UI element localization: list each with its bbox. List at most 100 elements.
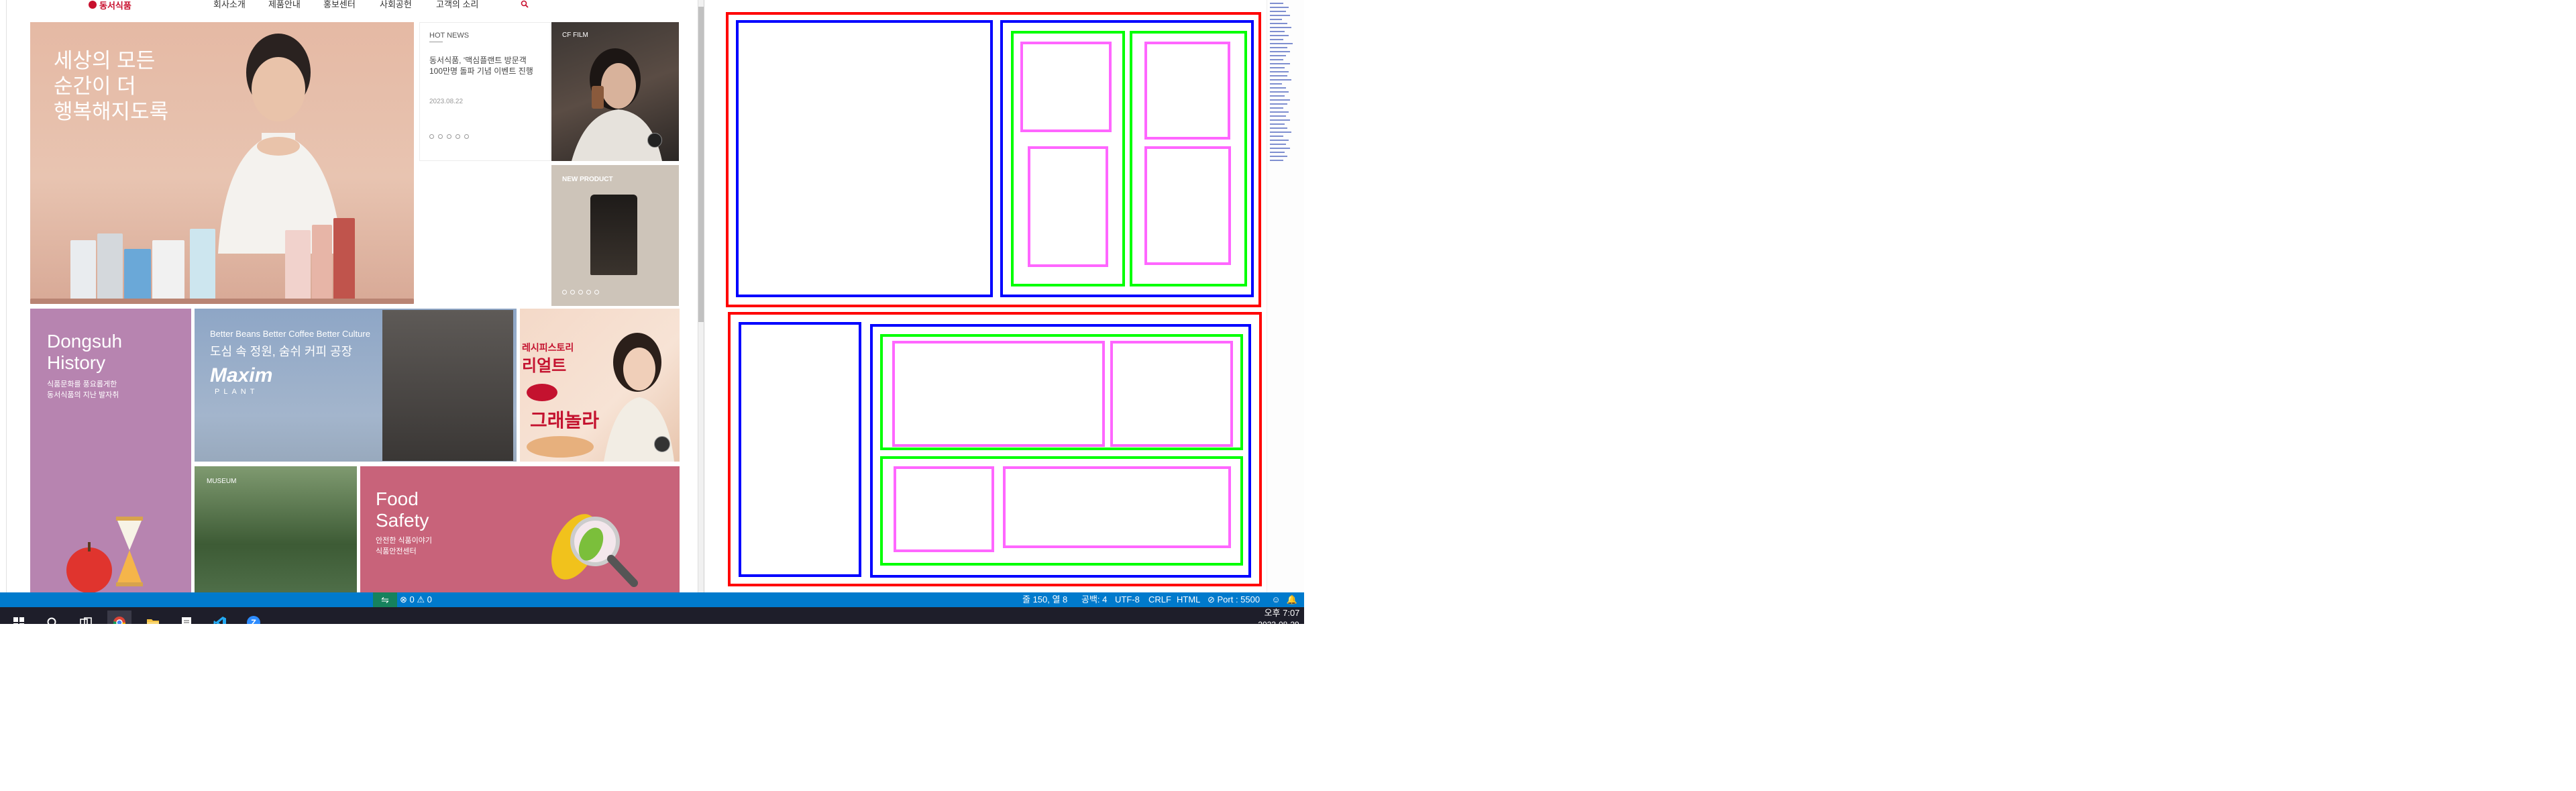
chrome-icon[interactable] — [107, 611, 131, 624]
coffee-bag-image — [590, 195, 637, 275]
maxim-logo: Maxim — [210, 364, 273, 386]
status-encoding[interactable]: UTF-8 — [1115, 592, 1140, 607]
garden-label: MUSEUM — [207, 478, 237, 485]
food-title-line-1: Food — [376, 488, 419, 509]
minimap-line — [1270, 107, 1283, 109]
magnifier-icon — [551, 514, 638, 587]
pagination-dot[interactable] — [464, 134, 469, 139]
nav-products[interactable]: 제품안내 — [268, 0, 301, 9]
minimap-line — [1270, 152, 1285, 153]
product-box — [312, 225, 332, 304]
search-icon[interactable] — [521, 0, 529, 8]
layout-box-item — [1003, 466, 1231, 548]
minimap-line — [1270, 127, 1287, 129]
news-title[interactable]: 동서식품, '맥심플랜트 방문객 100만명 돌파 기념 이벤트 진행 — [429, 55, 537, 76]
history-title-line-1: Dongsuh — [47, 331, 123, 352]
minimap-line — [1270, 59, 1283, 60]
layout-box-hero — [736, 20, 993, 297]
taskbar-clock-time[interactable]: 오후 7:07 — [1260, 606, 1304, 619]
hero-line-3: 행복해지도록 — [54, 100, 169, 123]
status-eol[interactable]: CRLF — [1148, 592, 1171, 607]
minimap-line — [1270, 7, 1289, 8]
minimap-line — [1270, 23, 1287, 24]
remote-indicator-icon[interactable]: ⇋ — [373, 592, 397, 607]
garden-card[interactable] — [195, 466, 357, 592]
nav-pr[interactable]: 홍보센터 — [323, 0, 356, 9]
status-language[interactable]: HTML — [1177, 592, 1200, 607]
feedback-icon[interactable]: ☺ — [1269, 592, 1283, 607]
news-tag: HOT NEWS — [429, 32, 470, 40]
hero-headline: 세상의 모든 순간이 더 행복해지도록 — [54, 48, 201, 125]
zoom-icon[interactable]: Z — [241, 611, 266, 624]
food-sub-line-2: 식품안전센터 — [376, 547, 417, 556]
minimap-line — [1270, 11, 1286, 12]
minimap-line — [1270, 55, 1286, 56]
start-windows-icon[interactable] — [7, 611, 31, 624]
news-card[interactable] — [419, 22, 551, 161]
minimap-line — [1270, 47, 1287, 48]
logo-text: 동서식품 — [99, 0, 131, 11]
vscode-icon[interactable] — [208, 611, 232, 624]
layout-box-history — [739, 322, 861, 577]
minimap-line — [1270, 87, 1286, 89]
pagination-dot[interactable] — [570, 290, 575, 295]
apple-hourglass-image — [66, 517, 143, 592]
status-problems[interactable]: ⊗ 0 ⚠ 0 — [400, 592, 432, 607]
product-box — [285, 230, 311, 304]
status-cursor-position[interactable]: 줄 150, 열 8 — [1022, 592, 1067, 607]
granola-card[interactable] — [520, 309, 680, 462]
pagination-dot[interactable] — [447, 134, 451, 139]
news-date: 2023.08.22 — [429, 98, 464, 105]
pagination-dot[interactable] — [562, 290, 567, 295]
nav-company[interactable]: 회사소개 — [213, 0, 246, 9]
minimap-line — [1270, 31, 1285, 32]
minimap-line — [1270, 79, 1291, 81]
pagination-dot[interactable] — [578, 290, 583, 295]
minimap-line — [1270, 15, 1290, 16]
hero-line-2: 순간이 더 — [54, 74, 136, 98]
status-indentation[interactable]: 공백: 4 — [1081, 592, 1107, 607]
layout-box-item — [894, 466, 994, 552]
minimap-line — [1270, 119, 1290, 121]
minimap-line — [1270, 131, 1291, 133]
pagination-dot[interactable] — [438, 134, 443, 139]
product-box — [333, 218, 355, 304]
browser-gutter — [0, 0, 7, 592]
pagination-dot[interactable] — [455, 134, 460, 139]
film-label: CF FILM — [562, 32, 588, 39]
plant-building-image — [382, 310, 513, 461]
pagination-dot[interactable] — [586, 290, 591, 295]
product-box — [190, 229, 215, 304]
hero-person-image — [218, 34, 342, 254]
file-explorer-icon[interactable] — [141, 611, 165, 624]
notification-bell-icon[interactable]: 🔔 — [1285, 592, 1299, 607]
search-icon[interactable] — [40, 611, 64, 624]
notepad-icon[interactable] — [174, 611, 199, 624]
minimap-line — [1270, 123, 1285, 125]
scrollbar-thumb[interactable] — [698, 7, 704, 322]
camera-icon[interactable] — [654, 436, 670, 452]
task-view-icon[interactable] — [74, 611, 98, 624]
taskbar-clock-date[interactable]: 2023-08-29 — [1253, 620, 1304, 624]
minimap-line — [1270, 63, 1290, 64]
site-logo[interactable]: 동서식품 — [89, 0, 131, 11]
minimap-line — [1270, 115, 1286, 117]
layout-box-item — [892, 341, 1105, 447]
minimap-line — [1270, 136, 1283, 137]
granola-name: 그래놀라 — [530, 410, 600, 431]
minimap-line — [1270, 67, 1285, 68]
new-product-label: NEW PRODUCT — [562, 176, 613, 183]
nav-customer[interactable]: 고객의 소리 — [436, 0, 478, 9]
nav-social[interactable]: 사회공헌 — [380, 0, 412, 9]
status-live-server-port[interactable]: ⊘ Port : 5500 — [1208, 592, 1260, 607]
minimap-line — [1270, 95, 1285, 97]
layout-box-item — [1144, 146, 1231, 265]
layout-box-item — [1144, 42, 1230, 140]
minimap-line — [1270, 3, 1283, 4]
cereal-bowl-image — [527, 436, 594, 458]
editor-minimap[interactable] — [1267, 0, 1304, 592]
pagination-dot[interactable] — [429, 134, 434, 139]
minimap-line — [1270, 144, 1286, 145]
camera-icon[interactable] — [647, 133, 662, 148]
pagination-dot[interactable] — [594, 290, 599, 295]
